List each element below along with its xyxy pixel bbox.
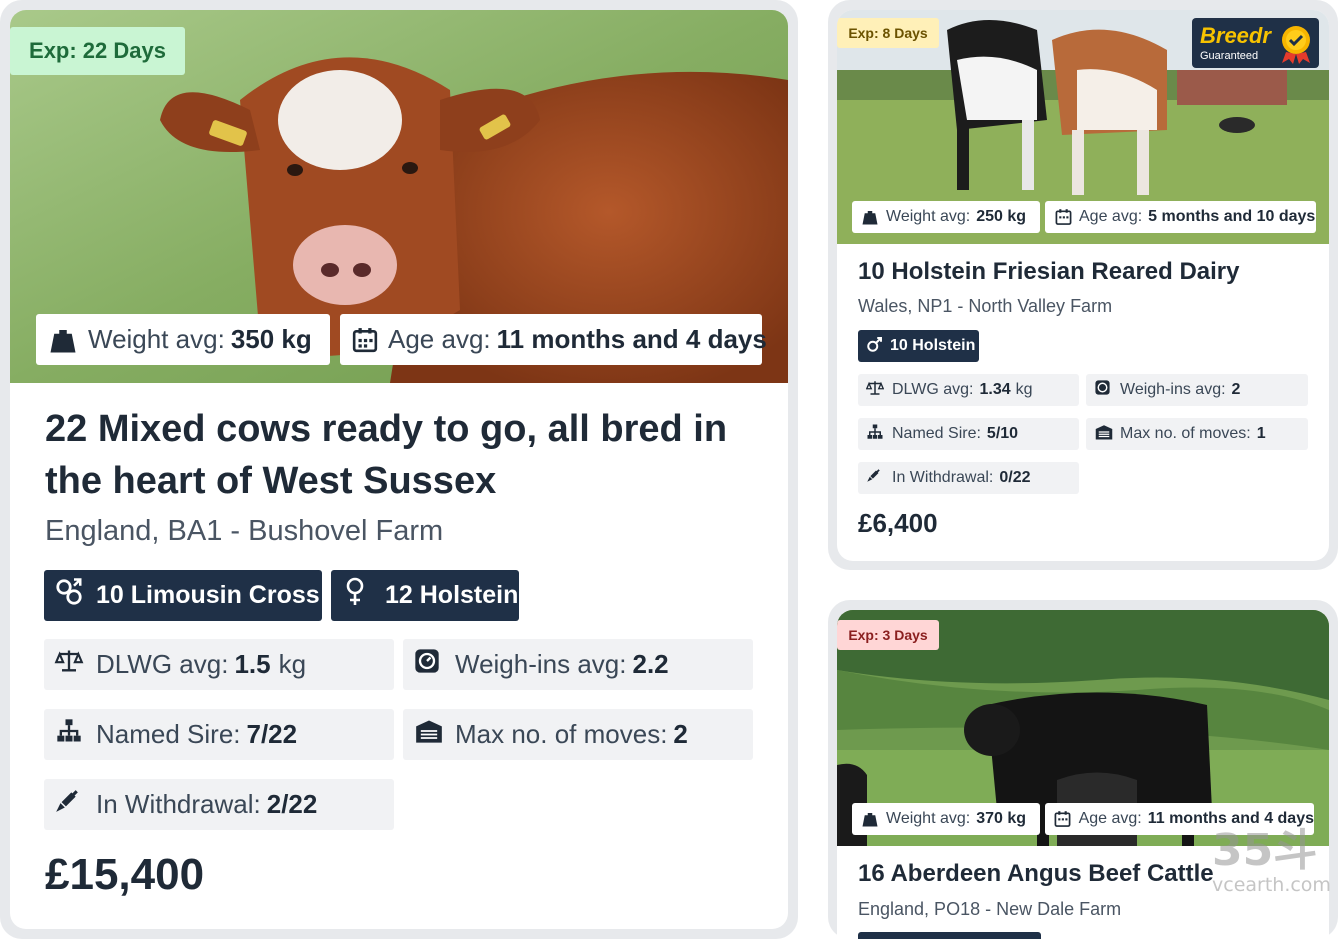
weight-icon (46, 325, 80, 355)
age-avg-pill: Age avg: 11 months and 4 days (340, 314, 767, 365)
listing-location: Wales, NP1 - North Valley Farm (858, 296, 1113, 316)
listing-title[interactable]: 16 Aberdeen Angus Beef Cattle (858, 860, 1214, 888)
listing-price: £6,400 (858, 508, 938, 538)
max-moves-stat: Max no. of moves: 2 (403, 709, 753, 760)
syringe-icon (54, 788, 86, 821)
breedr-logo: Breedr (1200, 23, 1271, 48)
withdrawal-stat: In Withdrawal: 0/22 (858, 462, 1079, 494)
breed-tag-partial (858, 932, 1041, 939)
named-sire-stat: Named Sire: 5/10 (858, 418, 1079, 450)
weight-avg-pill: Weight avg: 370 kg (852, 803, 1040, 835)
listing-location: England, PO18 - New Dale Farm (858, 899, 1122, 919)
badge-subtitle: Guaranteed (1200, 50, 1259, 62)
scale-icon (865, 379, 886, 402)
calendar-icon (1053, 810, 1073, 828)
breed-tag-holstein: 12 Holstein (331, 570, 519, 621)
female-icon (343, 576, 369, 615)
named-sire-stat: Named Sire: 7/22 (44, 709, 394, 760)
expiry-badge: Exp: 3 Days (837, 620, 939, 650)
weight-icon (860, 810, 880, 828)
listing-title[interactable]: 10 Holstein Friesian Reared Dairy (858, 258, 1240, 286)
age-avg-pill: Age avg: 5 months and 10 days (1045, 201, 1316, 233)
breed-tag-limousin: 10 Limousin Cross (44, 570, 322, 621)
listing-card-2[interactable]: Exp: 8 Days Breedr Guaranteed Weight avg… (837, 10, 1329, 561)
barn-icon (1094, 423, 1114, 446)
listing-location: England, BA1 - Bushovel Farm (45, 515, 444, 547)
barn-icon (413, 717, 445, 752)
dlwg-stat: DLWG avg: 1.34 kg (858, 374, 1079, 406)
listing-card-1[interactable]: Exp: 22 Days Weight avg: 350 kg Age avg:… (10, 10, 788, 929)
breedr-guaranteed-badge: Breedr Guaranteed (1192, 18, 1319, 68)
withdrawal-stat: In Withdrawal: 2/22 (44, 779, 394, 830)
age-value: 11 months and 4 days (496, 324, 767, 354)
weight-icon (860, 208, 880, 226)
calendar-icon (352, 326, 378, 354)
expiry-badge: Exp: 8 Days (837, 18, 939, 48)
max-moves-stat: Max no. of moves: 1 (1086, 418, 1308, 450)
watermark: 35斗 vcearth.com (1212, 825, 1331, 897)
weight-label: Weight avg: (88, 324, 225, 354)
male-icon (866, 335, 884, 358)
listing-price: £15,400 (45, 850, 205, 899)
hierarchy-icon (866, 423, 886, 446)
age-label: Age avg: (388, 324, 491, 354)
calendar-icon (1053, 208, 1073, 226)
scale-icon (54, 647, 86, 682)
weight-value: 350 kg (230, 324, 312, 354)
syringe-icon (866, 468, 886, 488)
weight-avg-pill: Weight avg: 250 kg (852, 201, 1040, 233)
weighins-stat: Weigh-ins avg: 2 (1086, 374, 1308, 406)
expiry-badge: Exp: 22 Days (10, 27, 185, 75)
hierarchy-icon (54, 717, 86, 752)
weigh-scale-icon (1094, 379, 1114, 401)
listing-title[interactable]: 22 Mixed cows ready to go, all bred in t… (45, 403, 765, 507)
weigh-scale-icon (413, 647, 445, 682)
weight-avg-pill: Weight avg: 350 kg (36, 314, 330, 365)
verified-check-icon (1278, 24, 1314, 69)
weighins-stat: Weigh-ins avg: 2.2 (403, 639, 753, 690)
breed-tag-holstein: 10 Holstein (858, 330, 979, 362)
mixed-gender-icon (54, 577, 86, 614)
dlwg-stat: DLWG avg: 1.5 kg (44, 639, 394, 690)
